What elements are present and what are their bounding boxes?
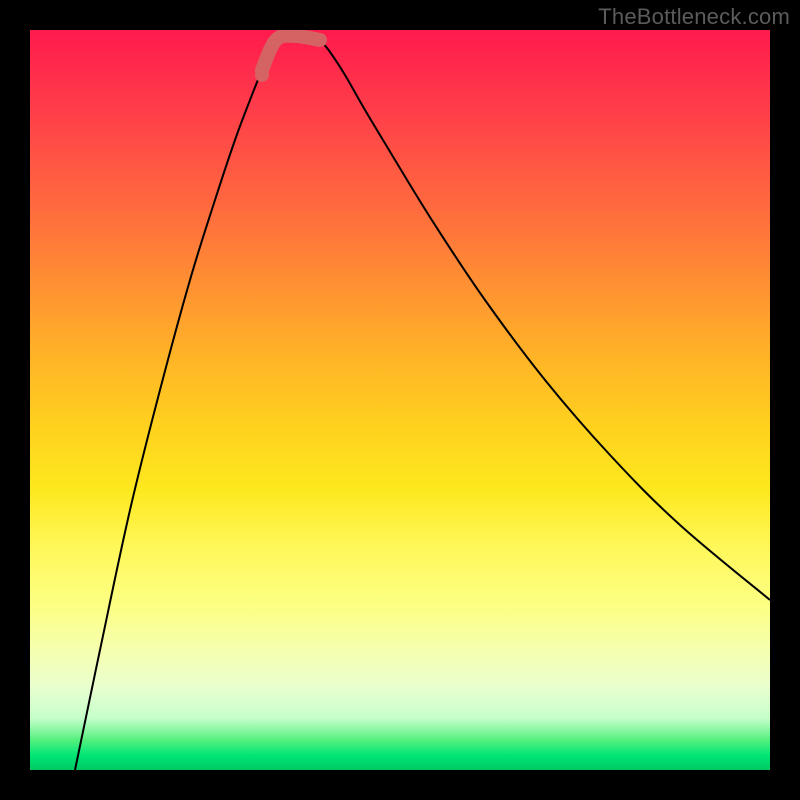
watermark-text: TheBottleneck.com <box>598 4 790 30</box>
chart-svg <box>30 30 770 770</box>
curve-left <box>75 40 276 770</box>
plot-area <box>30 30 770 770</box>
chart-frame: TheBottleneck.com <box>0 0 800 800</box>
marker-bridge <box>262 36 320 70</box>
curve-right <box>320 40 770 600</box>
marker-dot <box>255 68 269 82</box>
